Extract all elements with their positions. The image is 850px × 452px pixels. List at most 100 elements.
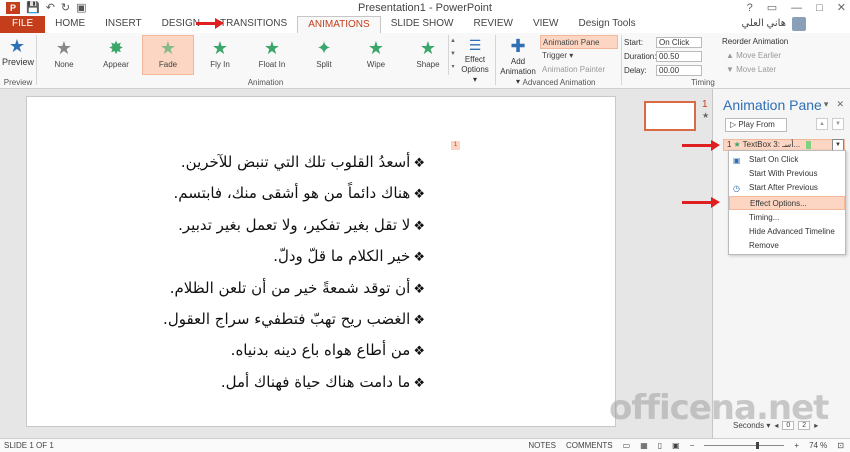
thumbnail-number: 1	[702, 99, 708, 110]
menu-start-after-previous[interactable]: ◷ Start After Previous	[729, 181, 845, 195]
slide-line: ❖ما دامت هناك حياة فهناك أمل.	[125, 367, 425, 398]
move-later-button[interactable]: ▼ Move Later	[722, 63, 846, 77]
window-controls: ? ▭ — □ ✕	[747, 0, 846, 16]
move-up-icon[interactable]: ▲	[816, 118, 828, 130]
minimize-icon[interactable]: —	[791, 0, 802, 16]
trigger-button[interactable]: Trigger ▾	[540, 49, 618, 63]
undo-icon[interactable]: ↶	[46, 0, 55, 16]
slide-line-text: لا تقل بغير تفكير، ولا تعمل بغير تدبير.	[178, 215, 411, 234]
animation-item-label: TextBox 3: أسـ...	[742, 140, 801, 149]
bullet-icon: ❖	[413, 312, 425, 328]
add-animation-label: Add	[510, 57, 526, 66]
tab-slide-show[interactable]: SLIDE SHOW	[381, 16, 464, 33]
pane-close-icon[interactable]: ✕	[836, 99, 844, 110]
zoom-level[interactable]: 74 %	[809, 439, 827, 452]
user-name[interactable]: هاني العلي	[741, 18, 786, 29]
duration-input[interactable]: 00.50	[656, 50, 702, 62]
slide-sorter-icon[interactable]: ▦	[640, 439, 648, 452]
preview-label: Preview	[2, 57, 35, 67]
slide-canvas[interactable]: 1 ❖أسعدُ القلوب تلك التي تنبض للآخرين. ❖…	[26, 96, 616, 427]
help-icon[interactable]: ?	[747, 0, 753, 16]
move-down-icon[interactable]: ▼	[832, 118, 844, 130]
animation-float-in[interactable]: ★ Float In	[246, 35, 298, 75]
animation-label: Fade	[158, 60, 178, 69]
present-icon[interactable]: ▣	[76, 0, 86, 16]
animation-fade[interactable]: ★ Fade	[142, 35, 194, 75]
slide-line-text: أسعدُ القلوب تلك التي تنبض للآخرين.	[180, 153, 411, 171]
bullet-icon: ❖	[413, 187, 425, 203]
tab-animations[interactable]: ANIMATIONS	[297, 16, 381, 33]
start-select[interactable]: On Click	[656, 36, 702, 48]
float-in-star-icon: ★	[263, 38, 281, 58]
tab-file[interactable]: FILE	[0, 16, 46, 33]
animation-label: Float In	[258, 60, 286, 69]
avatar[interactable]	[792, 17, 806, 31]
add-animation-button[interactable]: ✚ Add Animation ▾	[498, 35, 538, 86]
powerpoint-logo-icon: P	[6, 2, 20, 14]
group-label-animation: Animation	[247, 78, 284, 87]
slideshow-view-icon[interactable]: ▣	[672, 439, 680, 452]
status-bar: SLIDE 1 OF 1 NOTES COMMENTS ▭ ▦ ▯ ▣ − + …	[0, 438, 850, 452]
slide-line-text: ما دامت هناك حياة فهناك أمل.	[220, 372, 411, 391]
effect-options-button[interactable]: ☰ Effect Options ▾	[459, 35, 491, 84]
menu-item-label: Hide Advanced Timeline	[749, 227, 835, 236]
animation-none[interactable]: ★ None	[38, 35, 90, 75]
ribbon-tabs: FILE HOME INSERT DESIGN TRANSITIONS ANIM…	[0, 16, 850, 33]
maximize-icon[interactable]: □	[816, 0, 823, 16]
ribbon: ★ Preview Preview ★ None ✸ Appear ★ Fade ★ F…	[0, 33, 850, 89]
menu-timing[interactable]: Timing...	[729, 211, 845, 225]
group-separator	[36, 35, 37, 85]
menu-remove[interactable]: Remove	[729, 239, 845, 253]
slide-thumbnail[interactable]	[644, 101, 696, 131]
red-arrow-animations-tab	[196, 18, 224, 29]
move-earlier-button[interactable]: ▲ Move Earlier	[722, 49, 846, 63]
bullet-icon: ❖	[413, 156, 425, 171]
animation-fly-in[interactable]: ★ Fly In	[194, 35, 246, 75]
menu-effect-options[interactable]: Effect Options...	[729, 196, 845, 210]
reading-view-icon[interactable]: ▯	[658, 439, 662, 452]
fit-slide-icon[interactable]: ⊡	[837, 439, 844, 452]
animation-wipe[interactable]: ★ Wipe	[350, 35, 402, 75]
animation-item-index: 1	[727, 140, 732, 149]
animation-appear[interactable]: ✸ Appear	[90, 35, 142, 75]
tab-insert[interactable]: INSERT	[95, 16, 152, 33]
animation-shape[interactable]: ★ Shape	[402, 35, 454, 75]
notes-button[interactable]: NOTES	[528, 439, 556, 452]
save-icon[interactable]: 💾	[26, 0, 40, 16]
tab-review[interactable]: REVIEW	[463, 16, 522, 33]
zoom-in-icon[interactable]: +	[794, 439, 799, 452]
preview-button[interactable]: ★ Preview	[2, 35, 35, 79]
preview-star-icon: ★	[8, 36, 26, 56]
animation-split[interactable]: ✦ Split	[298, 35, 350, 75]
quick-access-toolbar: P 💾 ↶ ↻ ▣	[0, 0, 87, 16]
normal-view-icon[interactable]: ▭	[623, 439, 631, 452]
zoom-slider[interactable]	[704, 442, 785, 449]
pane-dropdown-icon[interactable]: ▾	[824, 99, 829, 110]
slide-line-text: خير الكلام ما قلّ ودلّ.	[273, 247, 411, 266]
shape-star-icon: ★	[419, 38, 437, 58]
animation-order-tag[interactable]: 1	[451, 141, 460, 150]
animation-pane-button[interactable]: Animation Pane	[540, 35, 618, 49]
slide-line: ❖من أطاع هواه باع دينه بدنياه.	[125, 335, 425, 366]
delay-label: Delay:	[624, 65, 647, 75]
menu-hide-advanced-timeline[interactable]: Hide Advanced Timeline	[729, 225, 845, 239]
animation-painter-button[interactable]: Animation Painter	[540, 63, 618, 77]
comments-button[interactable]: COMMENTS	[566, 439, 613, 452]
slide-text-box[interactable]: ❖أسعدُ القلوب تلك التي تنبض للآخرين. ❖هن…	[125, 147, 425, 398]
zoom-out-icon[interactable]: −	[690, 439, 695, 452]
none-star-icon: ★	[55, 38, 73, 58]
slide-counter: SLIDE 1 OF 1	[4, 441, 54, 450]
gallery-scroll[interactable]: ▲ ▼ ▾	[448, 35, 457, 75]
close-icon[interactable]: ✕	[837, 0, 846, 16]
play-from-button[interactable]: ▷ Play From	[725, 118, 787, 132]
tab-home[interactable]: HOME	[45, 16, 95, 33]
menu-start-on-click[interactable]: ▣ Start On Click	[729, 153, 845, 167]
delay-input[interactable]: 00.00	[656, 64, 702, 76]
redo-icon[interactable]: ↻	[61, 0, 70, 16]
menu-start-with-previous[interactable]: Start With Previous	[729, 167, 845, 181]
ribbon-display-icon[interactable]: ▭	[767, 0, 777, 16]
group-separator	[495, 35, 496, 85]
tab-design-tools[interactable]: Design Tools	[569, 16, 646, 33]
tab-view[interactable]: VIEW	[523, 16, 569, 33]
wipe-star-icon: ★	[367, 38, 385, 58]
